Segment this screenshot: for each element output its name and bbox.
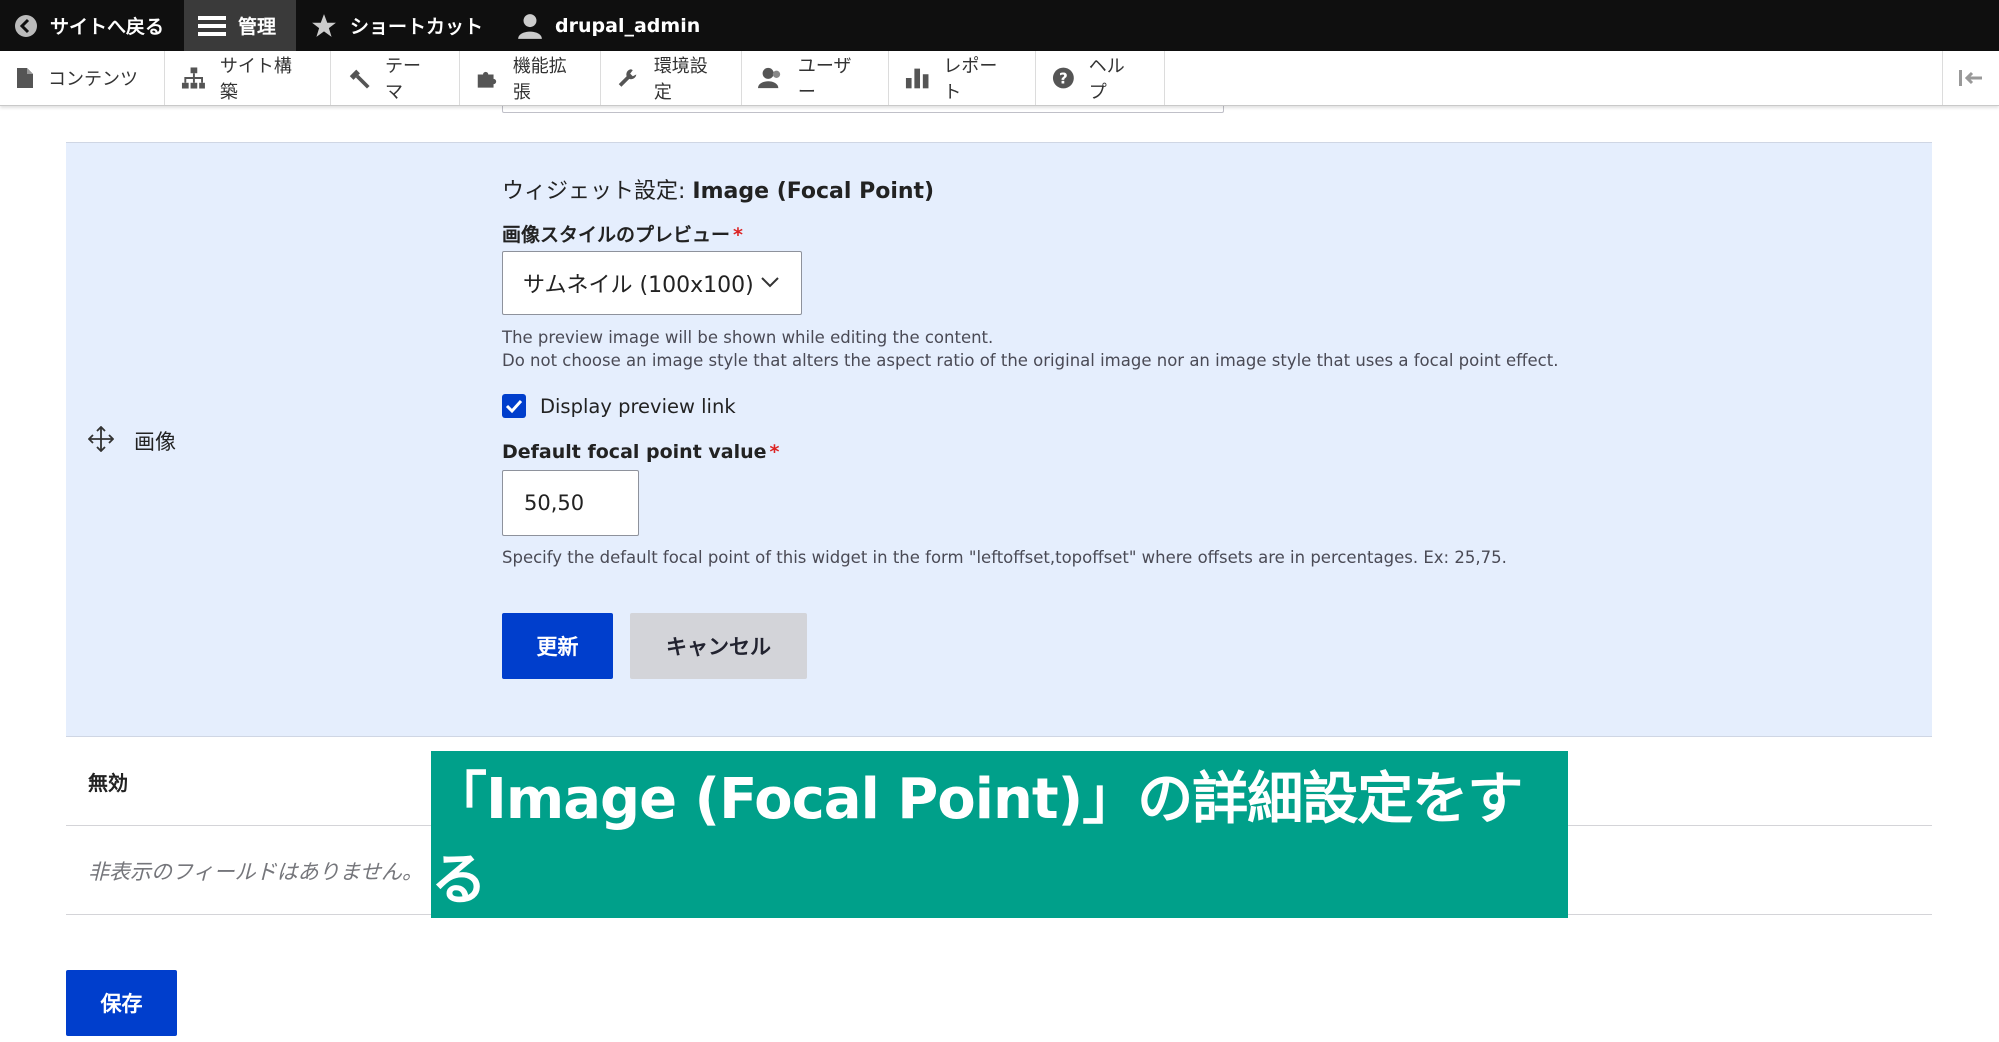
sitemap-icon: [181, 67, 205, 89]
widget-settings-title: ウィジェット設定: Image (Focal Point): [502, 173, 934, 205]
preview-style-value: サムネイル (100x100): [523, 273, 754, 298]
tray-item-help[interactable]: ? ヘルプ: [1036, 51, 1165, 105]
paintbrush-icon: [349, 69, 370, 89]
preview-style-description-2: Do not choose an image style that alters…: [502, 351, 1559, 370]
collapse-arrow-icon: [1959, 70, 1982, 86]
tray-item-config[interactable]: 環境設定: [601, 51, 742, 105]
tray-item-label: コンテンツ: [48, 69, 138, 90]
widget-name: Image (Focal Point): [692, 179, 935, 204]
user-tab[interactable]: drupal_admin: [503, 0, 720, 51]
tray-item-structure[interactable]: サイト構築: [165, 51, 331, 105]
shortcuts-tab[interactable]: ショートカット: [296, 0, 503, 51]
back-to-site-link[interactable]: サイトへ戻る: [0, 0, 184, 51]
widget-settings-prefix: ウィジェット設定:: [502, 179, 693, 204]
admin-toolbar: サイトへ戻る 管理 ショートカット drupal_admin: [0, 0, 1999, 51]
tray-item-label: ユーザー: [797, 56, 852, 103]
field-row-highlighted: [66, 142, 1932, 737]
focal-point-label-text: Default focal point value: [502, 441, 767, 463]
tray-item-label: サイト構築: [219, 56, 292, 103]
file-icon: [17, 68, 33, 88]
tray-item-people[interactable]: ユーザー: [742, 51, 889, 105]
back-to-site-label: サイトへ戻る: [50, 16, 165, 38]
wrench-icon: [618, 69, 637, 87]
focal-point-description: Specify the default focal point of this …: [502, 548, 1507, 567]
update-button[interactable]: 更新: [502, 613, 613, 679]
preview-style-description-1: The preview image will be shown while ed…: [502, 328, 994, 347]
user-name: drupal_admin: [555, 14, 701, 37]
tray-item-label: ヘルプ: [1088, 56, 1125, 103]
focal-point-input[interactable]: 50,50: [502, 470, 639, 536]
tray-item-label: レポート: [943, 56, 998, 103]
puzzle-icon: [477, 71, 497, 88]
tray-orientation-toggle[interactable]: [1942, 51, 1999, 105]
admin-tray: コンテンツ サイト構築 テーマ 機能拡張 環境設定 ユーザー レポート ? ヘル…: [0, 51, 1999, 106]
preview-style-select[interactable]: サムネイル (100x100): [502, 251, 802, 315]
manage-label: 管理: [238, 16, 277, 38]
empty-region-message: 非表示のフィールドはありません。: [88, 860, 423, 884]
disabled-region-title: 無効: [88, 771, 128, 795]
required-mark: *: [733, 224, 743, 246]
back-circle-icon: [15, 14, 37, 37]
hamburger-icon: [198, 15, 227, 36]
tray-item-extend[interactable]: 機能拡張: [460, 51, 601, 105]
people-icon: [758, 67, 781, 89]
preview-style-label-text: 画像スタイルのプレビュー: [502, 224, 731, 246]
checkmark-icon: [505, 399, 523, 414]
shortcuts-label: ショートカット: [350, 16, 484, 38]
required-mark: *: [769, 441, 780, 463]
display-preview-link-label[interactable]: Display preview link: [540, 395, 736, 418]
tray-item-label: 機能拡張: [512, 56, 567, 103]
preview-style-label: 画像スタイルのプレビュー *: [502, 220, 743, 247]
tray-item-appearance[interactable]: テーマ: [331, 51, 460, 105]
manage-tab[interactable]: 管理: [184, 0, 297, 51]
focal-point-label: Default focal point value *: [502, 441, 779, 463]
caption-banner: 「Image (Focal Point)」の詳細設定をする: [431, 751, 1568, 918]
bar-chart-icon: [905, 68, 929, 89]
user-icon: [518, 13, 542, 39]
svg-text:?: ?: [1059, 70, 1068, 88]
tray-item-content[interactable]: コンテンツ: [0, 51, 165, 105]
save-button[interactable]: 保存: [66, 970, 177, 1036]
help-icon: ?: [1052, 67, 1074, 89]
focal-point-value: 50,50: [524, 491, 585, 515]
tray-item-label: テーマ: [385, 56, 422, 103]
cancel-button[interactable]: キャンセル: [630, 613, 807, 679]
star-icon: [312, 13, 336, 37]
chevron-down-icon: [761, 277, 779, 288]
tray-item-reports[interactable]: レポート: [889, 51, 1036, 105]
drag-handle-icon[interactable]: [88, 426, 114, 452]
field-label: 画像: [134, 430, 176, 454]
tray-item-label: 環境設定: [653, 56, 708, 103]
display-preview-link-checkbox[interactable]: [502, 394, 526, 418]
